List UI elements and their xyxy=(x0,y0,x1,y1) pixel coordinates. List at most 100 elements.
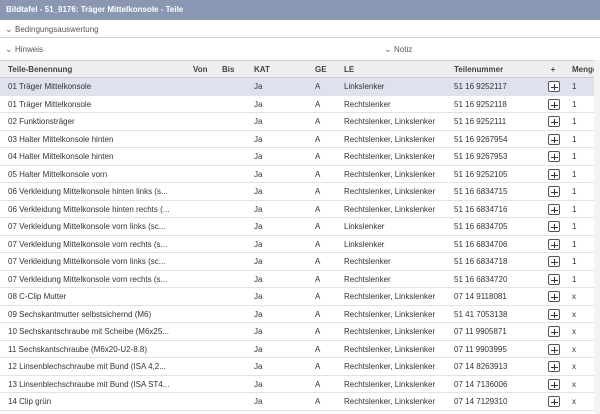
cell-le: Rechtslenker, Linkslenker xyxy=(344,344,436,354)
table-row[interactable]: 14 Clip grün Ja A Rechtslenker, Linkslenker… xyxy=(0,393,600,411)
add-to-list-icon[interactable] xyxy=(548,343,560,355)
table-row[interactable]: 01 Träger Mittelkonsole Ja A Linkslenker 51 … xyxy=(0,78,600,96)
parts-table: Teile-Benennung Von Bis KAT GE LE Teilen… xyxy=(0,60,600,414)
add-to-list-icon[interactable] xyxy=(548,396,560,407)
cell-le: Rechtslenker, Linkslenker xyxy=(344,169,436,179)
table-row[interactable]: 07 Verkleidung Mittelkonsole vorn rechts… xyxy=(0,270,600,288)
cell-kat: Ja xyxy=(254,204,263,214)
cell-le: Rechtslenker xyxy=(344,274,391,284)
cell-name: 07 Verkleidung Mittelkonsole vorn rechts… xyxy=(8,239,168,249)
cell-le: Rechtslenker, Linkslenker xyxy=(344,187,436,196)
cell-ge: A xyxy=(315,379,321,389)
cell-ge: A xyxy=(315,99,321,109)
cell-name: 08 C-Clip Mutter xyxy=(8,292,67,301)
add-to-list-icon[interactable] xyxy=(548,116,560,127)
add-to-list-icon[interactable] xyxy=(548,221,560,232)
cell-name: 07 Verkleidung Mittelkonsole vorn rechts… xyxy=(8,274,168,284)
add-to-list-icon[interactable] xyxy=(548,133,560,145)
column-header-ge[interactable]: GE xyxy=(315,61,335,78)
cell-le: Rechtslenker, Linkslenker xyxy=(344,292,436,301)
column-header-von[interactable]: Von xyxy=(193,61,219,78)
add-to-list-icon[interactable] xyxy=(548,186,560,197)
cell-von xyxy=(193,201,219,218)
cell-teilenummer: 51 16 6834716 xyxy=(454,204,508,214)
cell-von xyxy=(193,218,219,235)
cell-kat: Ja xyxy=(254,309,263,319)
cell-von xyxy=(193,306,219,323)
cell-le: Rechtslenker xyxy=(344,257,391,266)
cell-teilenummer: 51 16 9252118 xyxy=(454,99,507,109)
cell-name: 06 Verkleidung Mittelkonsole hinten rech… xyxy=(8,204,170,214)
cell-kat: Ja xyxy=(254,379,263,389)
hinweis-toggle[interactable]: ⌄ Hinweis xyxy=(5,40,43,58)
table-row[interactable]: 13 Linsenblechschraube mit Bund (ISA ST4… xyxy=(0,375,600,393)
table-row[interactable]: 11 Sechskantschraube (M6x20-U2-8.8) Ja A Re… xyxy=(0,340,600,358)
table-row[interactable]: 12 Linsenblechschraube mit Bund (ISA 4,2… xyxy=(0,358,600,376)
hinweis-label: Hinweis xyxy=(15,45,44,54)
add-to-list-icon[interactable] xyxy=(548,326,560,337)
column-header-teilenummer[interactable]: Teilenummer xyxy=(454,61,539,78)
cell-name: 05 Halter Mittelkonsole vorn xyxy=(8,169,108,179)
add-to-list-icon[interactable] xyxy=(548,168,560,180)
table-row[interactable]: 07 Verkleidung Mittelkonsole vorn links … xyxy=(0,253,600,271)
add-to-list-icon[interactable] xyxy=(548,256,560,267)
cell-bis xyxy=(222,271,248,288)
cell-name: 07 Verkleidung Mittelkonsole vorn links … xyxy=(8,257,166,266)
add-to-list-icon[interactable] xyxy=(548,238,560,250)
cell-bis xyxy=(222,376,248,393)
cell-bis xyxy=(222,288,248,305)
chevron-down-icon: ⌄ xyxy=(384,44,392,54)
add-to-list-icon[interactable] xyxy=(548,291,560,302)
cell-ge: A xyxy=(315,397,321,406)
table-row[interactable]: 06 Verkleidung Mittelkonsole hinten rech… xyxy=(0,200,600,218)
add-to-list-icon[interactable] xyxy=(548,98,560,110)
cell-teilenummer: 07 14 7129310 xyxy=(454,397,508,406)
column-header-kat[interactable]: KAT xyxy=(254,61,294,78)
cell-teilenummer: 51 16 9252111 xyxy=(454,117,507,126)
cell-name: 13 Linsenblechschraube mit Bund (ISA ST4… xyxy=(8,379,170,389)
add-to-list-icon[interactable] xyxy=(548,203,560,215)
bedingungsauswertung-toggle[interactable]: ⌄ Bedingungsauswertung xyxy=(0,20,600,38)
column-header-le[interactable]: LE xyxy=(344,61,449,78)
table-row[interactable]: 10 Sechskantschraube mit Scheibe (M6x25.… xyxy=(0,323,600,341)
table-row[interactable]: 07 Verkleidung Mittelkonsole vorn links … xyxy=(0,218,600,236)
cell-von xyxy=(193,323,219,340)
cell-kat: Ja xyxy=(254,292,263,301)
cell-name: 12 Linsenblechschraube mit Bund (ISA 4,2… xyxy=(8,362,166,371)
cell-von xyxy=(193,148,219,165)
table-row[interactable]: 05 Halter Mittelkonsole vorn Ja A Rechtslen… xyxy=(0,165,600,183)
table-row[interactable]: 06 Verkleidung Mittelkonsole hinten link… xyxy=(0,183,600,201)
add-to-list-icon[interactable] xyxy=(548,273,560,285)
vertical-scrollbar[interactable] xyxy=(594,60,600,414)
column-header-add: + xyxy=(550,65,556,74)
cell-name: 01 Träger Mittelkonsole xyxy=(8,99,92,109)
cell-name: 07 Verkleidung Mittelkonsole vorn links … xyxy=(8,222,166,231)
add-to-list-icon[interactable] xyxy=(548,378,560,390)
cell-ge: A xyxy=(315,222,321,231)
table-row[interactable]: 09 Sechskantmutter selbstsichernd (M6) Ja… xyxy=(0,305,600,323)
cell-kat: Ja xyxy=(254,117,263,126)
add-to-list-icon[interactable] xyxy=(548,361,560,372)
notiz-toggle[interactable]: ⌄ Notiz xyxy=(384,40,412,58)
cell-ge: A xyxy=(315,204,321,214)
table-row[interactable]: 01 Träger Mittelkonsole Ja A Rechtslenker 51… xyxy=(0,95,600,113)
cell-name: 01 Träger Mittelkonsole xyxy=(8,82,92,91)
cell-ge: A xyxy=(315,327,321,336)
cell-name: 02 Funktionsträger xyxy=(8,117,75,126)
add-to-list-icon[interactable] xyxy=(548,151,560,162)
column-header-name[interactable]: Teile-Benennung xyxy=(8,61,188,78)
add-to-list-icon[interactable] xyxy=(548,308,560,320)
table-row[interactable]: 04 Halter Mittelkonsole hinten Ja A Rechtsl… xyxy=(0,148,600,166)
table-row[interactable]: 02 Funktionsträger Ja A Rechtslenker, Links… xyxy=(0,113,600,131)
cell-teilenummer: 51 16 9267954 xyxy=(454,134,508,144)
chevron-down-icon: ⌄ xyxy=(5,44,13,54)
cell-von xyxy=(193,271,219,288)
table-row[interactable]: 08 C-Clip Mutter Ja A Rechtslenker, Linksle… xyxy=(0,288,600,306)
table-row[interactable]: 07 Verkleidung Mittelkonsole vorn rechts… xyxy=(0,235,600,253)
cell-name: 11 Sechskantschraube (M6x20-U2-8.8) xyxy=(8,344,148,354)
cell-bis xyxy=(222,323,248,340)
add-to-list-icon[interactable] xyxy=(548,81,560,92)
cell-kat: Ja xyxy=(254,134,263,144)
column-header-bis[interactable]: Bis xyxy=(222,61,248,78)
table-row[interactable]: 03 Halter Mittelkonsole hinten Ja A Rechtsl… xyxy=(0,130,600,148)
